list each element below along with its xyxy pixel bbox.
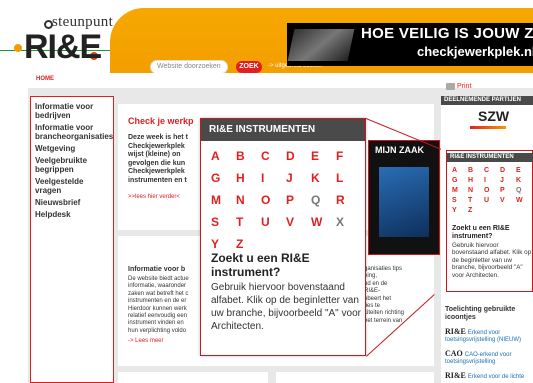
widget-title: RI&E INSTRUMENTEN (447, 153, 533, 162)
icon-legend-item[interactable]: RI&E Erkend voor toetsingsvrijstelling (N… (445, 328, 533, 344)
widget-letter-h[interactable]: H (468, 177, 484, 187)
widget-letter-g[interactable]: G (452, 177, 468, 187)
sidebar-item-brancheorganisaties[interactable]: Informatie voor brancheorganisaties (35, 123, 113, 141)
letter-f[interactable]: F (336, 149, 361, 171)
widget-letter-s[interactable]: S (452, 197, 468, 207)
letter-q: Q (311, 193, 321, 207)
letter-t[interactable]: T (236, 215, 261, 237)
banner-url: checkjewerkplek.nl (417, 44, 533, 59)
info-heading: Informatie voor b (128, 266, 186, 273)
partners-heading: DEELNEMENDE PARTIJEN (441, 96, 533, 105)
letter-s[interactable]: S (211, 215, 236, 237)
news-heading: Check je werkp (128, 116, 194, 126)
info-text: De website biedt actue informatie, waaro… (128, 276, 189, 334)
letter-d[interactable]: D (286, 149, 311, 171)
rie-instrumenten-callout: RI&E INSTRUMENTEN A B C D E F G H I J K L M N O P Q R S T U V… (200, 118, 366, 356)
letter-o[interactable]: O (261, 193, 286, 215)
widget-letter-m[interactable]: M (452, 187, 468, 197)
widget-letter-z[interactable]: Z (468, 207, 484, 217)
site-logo[interactable]: steunpunt RI&E (14, 14, 114, 70)
sidebar-item-nieuwsbrief[interactable]: Nieuwsbrief (35, 198, 109, 207)
magazine-cover-image[interactable]: MIJN ZAAK (368, 140, 440, 255)
callout-question: Zoekt u een RI&E instrument? (211, 251, 310, 279)
news-read-more-link[interactable]: >>lees hier verder< (128, 194, 180, 200)
letter-n[interactable]: N (236, 193, 261, 215)
letter-j[interactable]: J (286, 171, 311, 193)
letter-e[interactable]: E (311, 149, 336, 171)
sidebar-item-vragen[interactable]: Veelgestelde vragen (35, 177, 109, 195)
letter-m[interactable]: M (211, 193, 236, 215)
widget-letter-i[interactable]: I (484, 177, 500, 187)
letter-w[interactable]: W (311, 215, 336, 237)
widget-letter-d[interactable]: D (500, 167, 516, 177)
magazine-title: MIJN ZAAK (375, 145, 424, 155)
rie-lichte-icon: RI&E (445, 371, 466, 380)
alphabet-grid: A B C D E FG H I J K LM N O P Q RS T U V W XY Z (211, 149, 361, 259)
printer-icon[interactable] (446, 83, 455, 90)
letter-b[interactable]: B (236, 149, 261, 171)
widget-letter-n[interactable]: N (468, 187, 484, 197)
letter-v[interactable]: V (286, 215, 311, 237)
widget-letter-k[interactable]: K (516, 177, 532, 187)
widget-letter-c[interactable]: C (484, 167, 500, 177)
campaign-banner[interactable]: HOE VEILIG IS JOUW ZAAK? checkjewerkplek… (287, 23, 533, 66)
widget-description: Gebruik hiervoor bovenstaand alfabet. Kl… (452, 242, 532, 279)
icon-legend-item[interactable]: RI&E Erkend voor de lichte (445, 372, 524, 381)
widget-letter-o[interactable]: O (484, 187, 500, 197)
logo-dot-orange (14, 44, 22, 52)
letter-g[interactable]: G (211, 171, 236, 193)
banner-title: HOE VEILIG IS JOUW ZAAK? (361, 25, 533, 42)
search-input[interactable]: Website doorzoeken (150, 60, 228, 74)
bottom-box-left (118, 372, 268, 383)
widget-letter-a[interactable]: A (452, 167, 468, 177)
sidebar-item-wetgeving[interactable]: Wetgeving (35, 144, 109, 153)
info-read-more-link[interactable]: -> Lees meer (128, 338, 164, 344)
print-link[interactable]: Print (457, 83, 471, 90)
widget-letter-v[interactable]: V (500, 197, 516, 207)
widget-letter-p[interactable]: P (500, 187, 516, 197)
widget-letter-q: Q (516, 187, 522, 194)
sidebar-item-begrippen[interactable]: Veelgebruikte begrippen (35, 156, 109, 174)
rie-instrumenten-widget: RI&E INSTRUMENTEN A B C D E G H I J K M N O P Q S T U V W Y Z… (446, 150, 533, 292)
widget-alphabet-grid: A B C D E G H I J K M N O P Q S T U V W Y Z (452, 167, 533, 217)
nav-home[interactable]: HOME (36, 76, 54, 82)
letter-l[interactable]: L (336, 171, 361, 193)
banner-screen-image (287, 29, 355, 61)
widget-letter-y[interactable]: Y (452, 207, 468, 217)
szw-logo-underline (470, 126, 506, 129)
info-text-right: ganisaties tips ning, ud en de RI&E- obe… (364, 266, 405, 324)
sidebar-item-bedrijven[interactable]: Informatie voor bedrijven (35, 102, 109, 120)
widget-letter-e[interactable]: E (516, 167, 532, 177)
icon-legend-item[interactable]: CAO CAO-erkend voor toetsingsvrijstelling (445, 350, 533, 366)
cao-erkend-icon: CAO (445, 349, 463, 358)
letter-x: X (336, 215, 345, 229)
widget-letter-u[interactable]: U (484, 197, 500, 207)
letter-h[interactable]: H (236, 171, 261, 193)
bottom-box-right (276, 372, 434, 383)
letter-c[interactable]: C (261, 149, 286, 171)
widget-letter-b[interactable]: B (468, 167, 484, 177)
logo-rie: RI&E (24, 28, 102, 66)
callout-title: RI&E INSTRUMENTEN (201, 119, 365, 141)
icon-legend-text: Erkend voor de lichte (467, 374, 525, 380)
widget-letter-w[interactable]: W (516, 197, 532, 207)
letter-u[interactable]: U (261, 215, 286, 237)
sidebar-item-helpdesk[interactable]: Helpdesk (35, 210, 109, 219)
szw-logo[interactable]: SZW (478, 108, 509, 124)
search-button[interactable]: ZOEK (236, 61, 262, 73)
sidebar-nav: Informatie voor bedrijven Informatie voo… (30, 96, 114, 383)
icons-heading: Toelichting gebruikte icoontjes (445, 306, 516, 321)
widget-letter-t[interactable]: T (468, 197, 484, 207)
callout-description: Gebruik hiervoor bovenstaand alfabet. Kl… (211, 282, 361, 332)
letter-i[interactable]: I (261, 171, 286, 193)
widget-letter-j[interactable]: J (500, 177, 516, 187)
letter-r[interactable]: R (336, 193, 361, 215)
widget-question: Zoekt u een RI&E instrument? (452, 225, 510, 240)
letter-a[interactable]: A (211, 149, 236, 171)
magazine-photo (379, 167, 429, 237)
rie-erkend-icon: RI&E (445, 327, 466, 336)
letter-k[interactable]: K (311, 171, 336, 193)
letter-p[interactable]: P (286, 193, 311, 215)
